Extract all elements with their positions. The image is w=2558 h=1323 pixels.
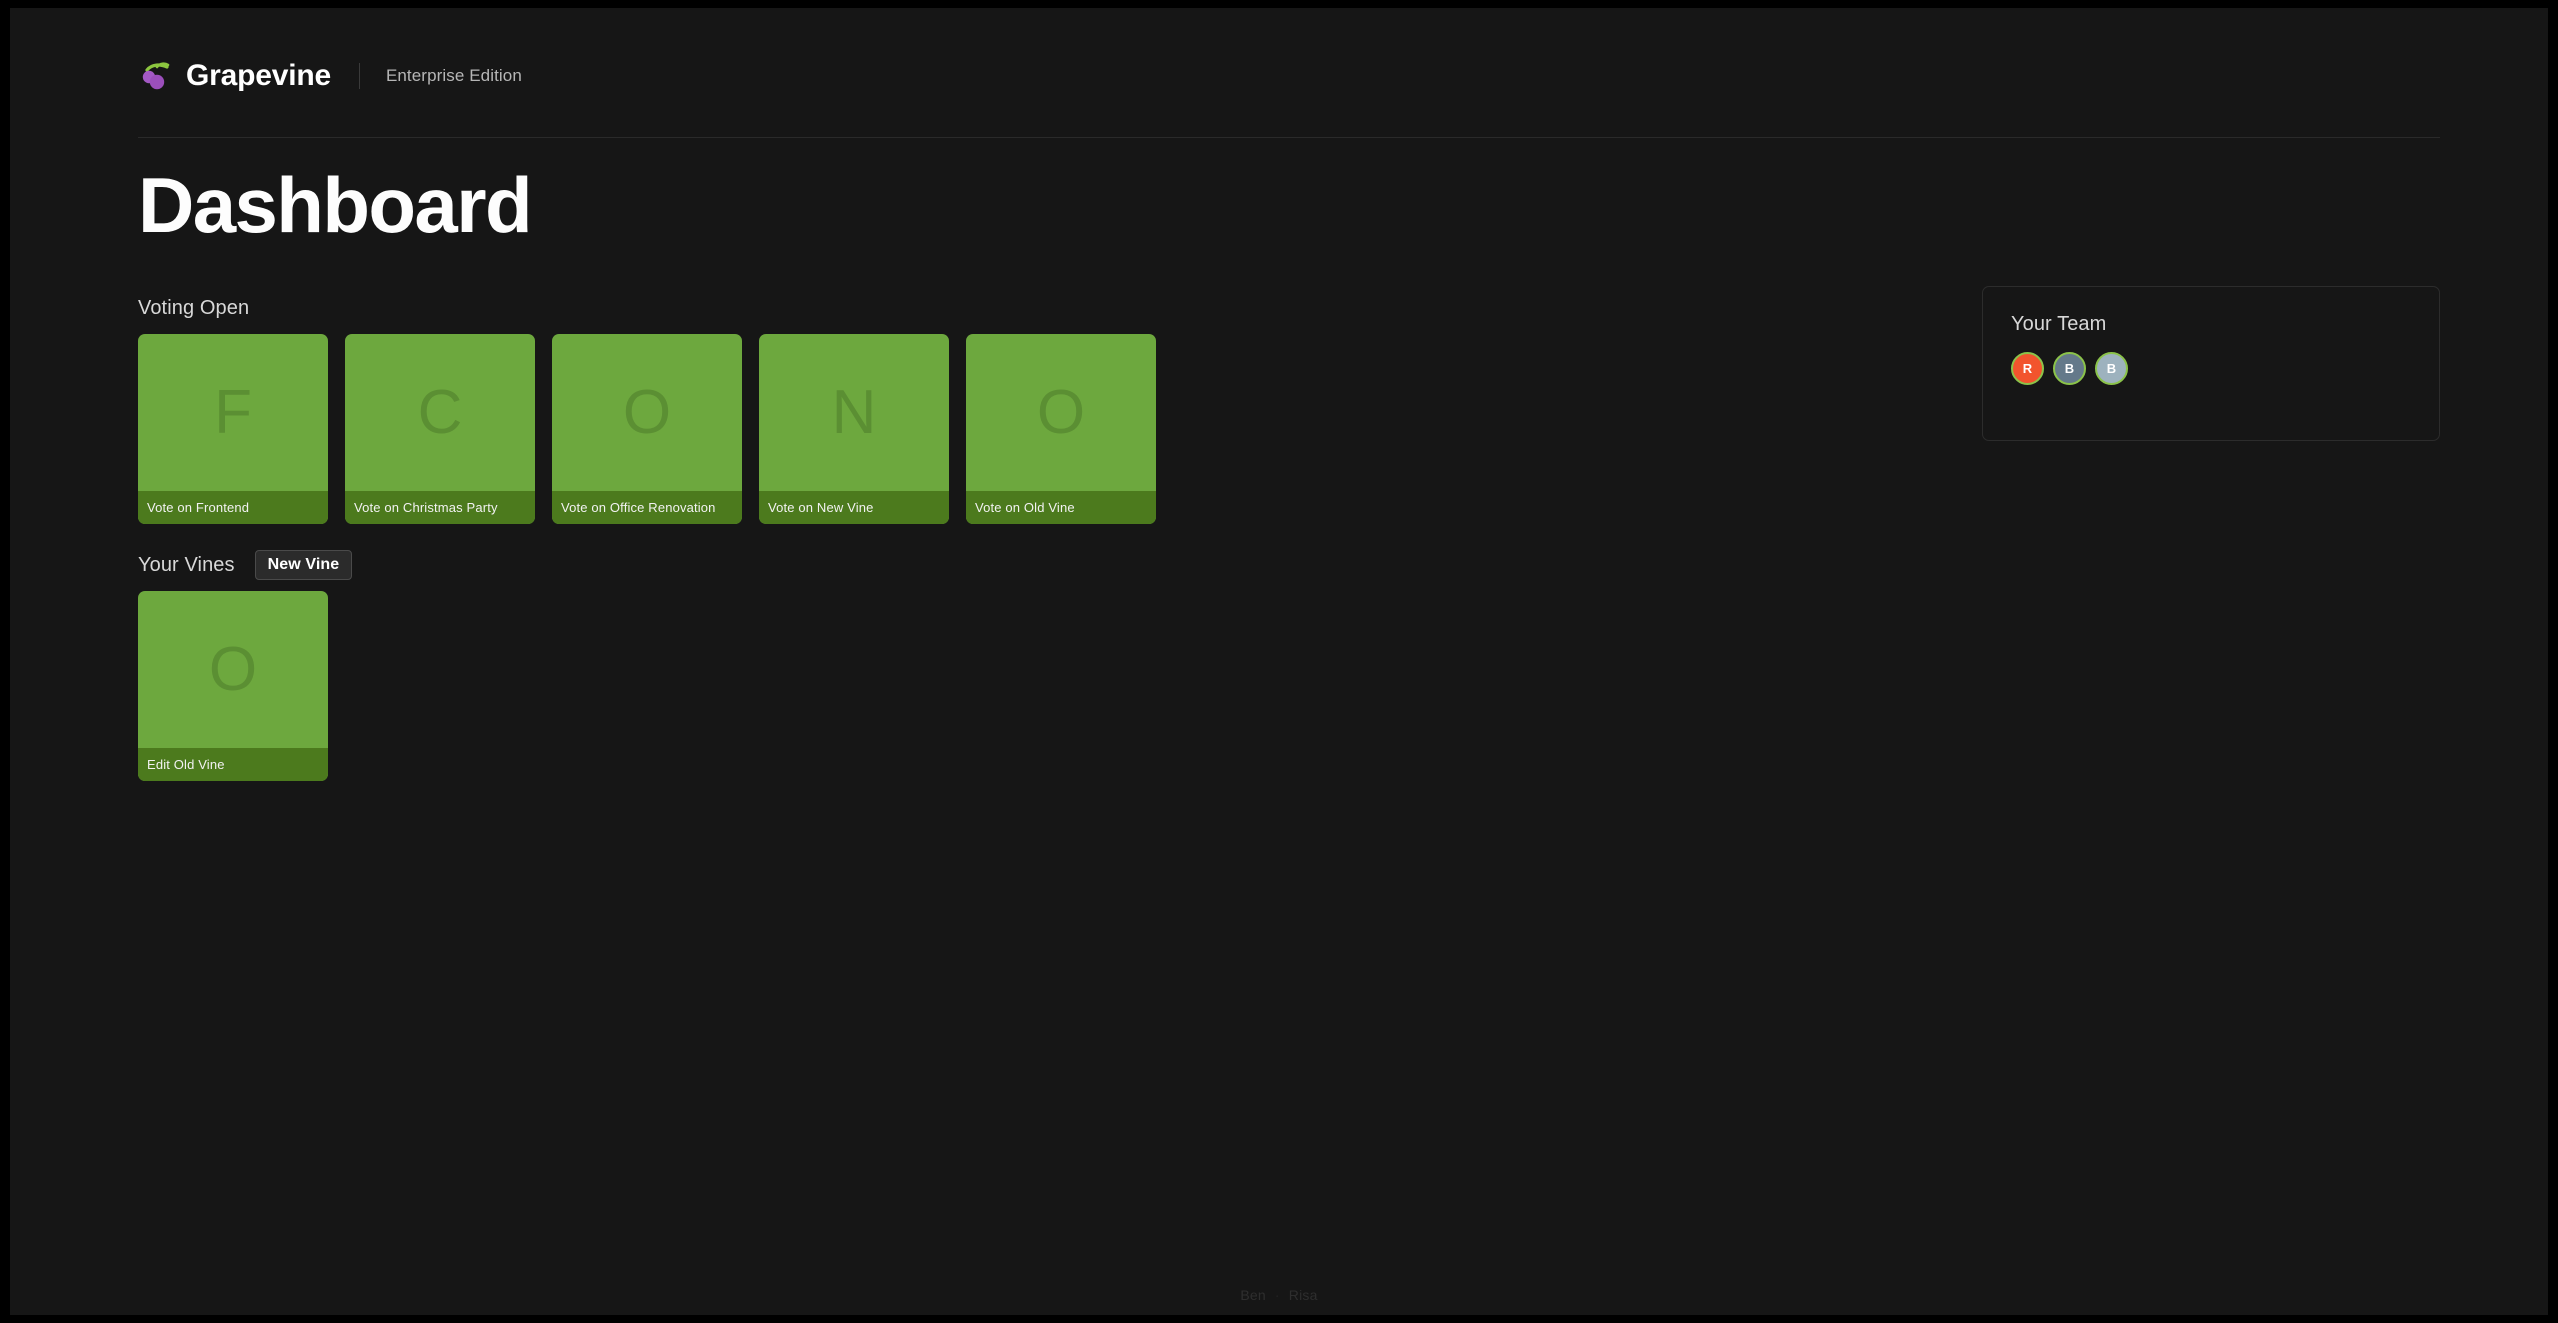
vine-card-action-label: Vote on New Vine (768, 500, 874, 515)
team-panel-title: Your Team (2011, 313, 2107, 335)
vine-card-initial: N (831, 377, 877, 447)
vine-card-footer[interactable]: Vote on Office Renovation (552, 491, 742, 524)
footer-separator: · (1274, 1287, 1280, 1303)
edition-label: Enterprise Edition (385, 66, 522, 85)
avatar[interactable]: B (2053, 352, 2086, 385)
site-header: Grapevine Enterprise Edition (138, 54, 522, 98)
header-divider (358, 63, 360, 89)
your-vines-section: Your Vines New Vine O Edit Old Vine (138, 549, 353, 781)
avatar[interactable]: R (2011, 352, 2044, 385)
vine-card-initial: O (622, 377, 672, 447)
app-window: Grapevine Enterprise Edition Dashboard V… (10, 8, 2548, 1315)
vine-card-initial: F (214, 377, 252, 447)
vines-section-header: Your Vines New Vine (138, 549, 353, 581)
your-team-panel: Your Team R B B (1982, 286, 2440, 441)
page-title: Dashboard (138, 161, 533, 249)
team-avatar-list: R B B (2011, 352, 2411, 385)
vine-card-initial: O (208, 634, 258, 704)
vine-card-body: C (345, 334, 535, 491)
vine-card-footer[interactable]: Edit Old Vine (138, 748, 328, 781)
avatar[interactable]: B (2095, 352, 2128, 385)
vine-card-action-label: Vote on Old Vine (975, 500, 1075, 515)
vines-section-title: Your Vines (138, 553, 235, 576)
brand[interactable]: Grapevine (138, 59, 331, 93)
vine-card[interactable]: O Edit Old Vine (138, 591, 328, 781)
vine-card-action-label: Vote on Office Renovation (561, 500, 716, 515)
vine-card-footer[interactable]: Vote on Frontend (138, 491, 328, 524)
voting-section-title: Voting Open (138, 296, 250, 319)
voting-open-section: Voting Open F Vote on Frontend C Vote on… (138, 294, 1156, 524)
vine-card-initial: C (417, 377, 463, 447)
vine-card-footer[interactable]: Vote on New Vine (759, 491, 949, 524)
footer-name-right: Risa (1288, 1287, 1318, 1303)
vine-card[interactable]: N Vote on New Vine (759, 334, 949, 524)
vine-card-body: N (759, 334, 949, 491)
footer-name-left: Ben (1240, 1287, 1266, 1303)
vine-card-action-label: Vote on Frontend (147, 500, 250, 515)
brand-name: Grapevine (186, 59, 331, 92)
vine-card-action-label: Vote on Christmas Party (354, 500, 498, 515)
voting-card-row: F Vote on Frontend C Vote on Christmas P… (138, 334, 1156, 524)
page-footer: Ben · Risa (10, 1287, 2548, 1303)
vine-card-body: O (552, 334, 742, 491)
vine-card[interactable]: O Vote on Office Renovation (552, 334, 742, 524)
vine-card-body: O (966, 334, 1156, 491)
new-vine-button[interactable]: New Vine (254, 549, 353, 581)
vine-card-footer[interactable]: Vote on Christmas Party (345, 491, 535, 524)
vine-card[interactable]: F Vote on Frontend (138, 334, 328, 524)
voting-section-header: Voting Open (138, 294, 1156, 322)
vine-card-action-label: Edit Old Vine (147, 757, 225, 772)
header-rule (138, 137, 2440, 138)
grape-cluster-icon (142, 62, 170, 90)
vine-card-initial: O (1036, 377, 1086, 447)
vine-card-footer[interactable]: Vote on Old Vine (966, 491, 1156, 524)
vine-card[interactable]: C Vote on Christmas Party (345, 334, 535, 524)
vines-card-row: O Edit Old Vine (138, 591, 352, 781)
vine-card-body: O (138, 591, 328, 748)
vine-card-body: F (138, 334, 328, 491)
vine-card[interactable]: O Vote on Old Vine (966, 334, 1156, 524)
